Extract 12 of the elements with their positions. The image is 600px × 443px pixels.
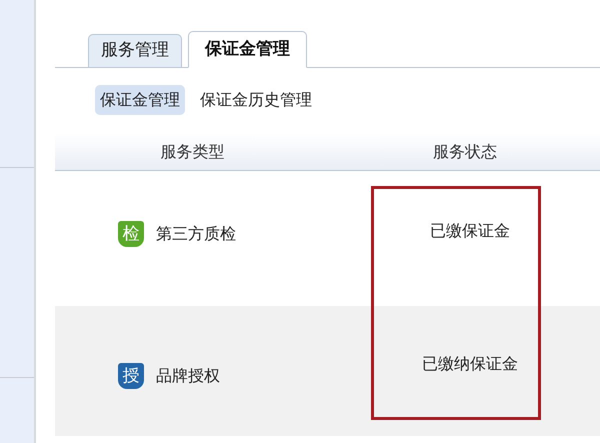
- subtab[interactable]: 保证金历史管理: [195, 85, 317, 115]
- column-header: 服务类型: [160, 140, 224, 162]
- service-badge: 授: [118, 363, 144, 389]
- tab[interactable]: 服务管理: [88, 34, 182, 67]
- column-header: 服务状态: [433, 140, 497, 162]
- service-name: 第三方质检: [156, 222, 236, 244]
- service-status: 已缴保证金: [429, 220, 510, 242]
- service-status: 已缴纳保证金: [421, 352, 518, 374]
- service-name: 品牌授权: [156, 365, 220, 387]
- subtab[interactable]: 保证金管理: [95, 85, 185, 115]
- service-badge: 检: [118, 220, 144, 246]
- tab[interactable]: 保证金管理: [188, 31, 307, 68]
